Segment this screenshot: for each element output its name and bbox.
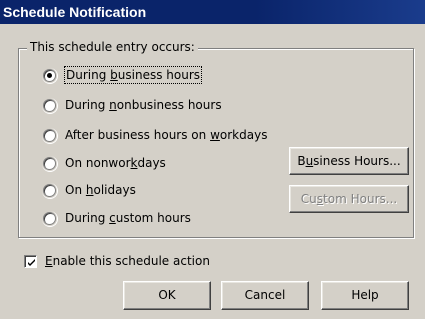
radio-label: On nonworkdays [65,156,166,170]
radio-during-custom-hours[interactable]: During custom hours [42,209,191,227]
radio-button[interactable] [42,155,58,172]
radio-on-holidays[interactable]: On holidays [42,181,136,199]
enable-action-label: Enable this schedule action [45,254,210,268]
checkmark-icon [28,258,35,266]
radio-button[interactable] [42,210,58,227]
radio-during-business-hours[interactable]: During business hours [42,66,203,84]
business-hours-button[interactable]: Business Hours... [289,147,409,175]
radio-after-business-hours-workdays[interactable]: After business hours on workdays [42,126,268,144]
enable-action-checkbox[interactable] [24,254,37,268]
enable-action-row[interactable]: Enable this schedule action [24,252,210,270]
ok-button[interactable]: OK [123,281,211,310]
help-button[interactable]: Help [321,281,409,310]
radio-label: During business hours [63,66,203,84]
radio-label: After business hours on workdays [65,128,268,142]
groupbox-label: This schedule entry occurs: [27,38,198,56]
radio-on-nonworkdays[interactable]: On nonworkdays [42,154,166,172]
radio-label: During custom hours [65,211,191,225]
radio-label: On holidays [65,183,136,197]
custom-hours-button[interactable]: Custom Hours... [289,185,409,213]
radio-button-selected[interactable] [42,67,58,84]
title-bar: Schedule Notification [0,0,425,24]
radio-during-nonbusiness-hours[interactable]: During nonbusiness hours [42,96,222,114]
radio-dot [47,72,52,78]
radio-label: During nonbusiness hours [65,98,222,112]
window-title: Schedule Notification [3,4,147,20]
schedule-notification-dialog: Schedule Notification This schedule entr… [0,0,425,319]
cancel-button[interactable]: Cancel [221,281,309,310]
radio-button[interactable] [42,97,58,114]
radio-button[interactable] [42,182,58,199]
radio-button[interactable] [42,127,58,144]
